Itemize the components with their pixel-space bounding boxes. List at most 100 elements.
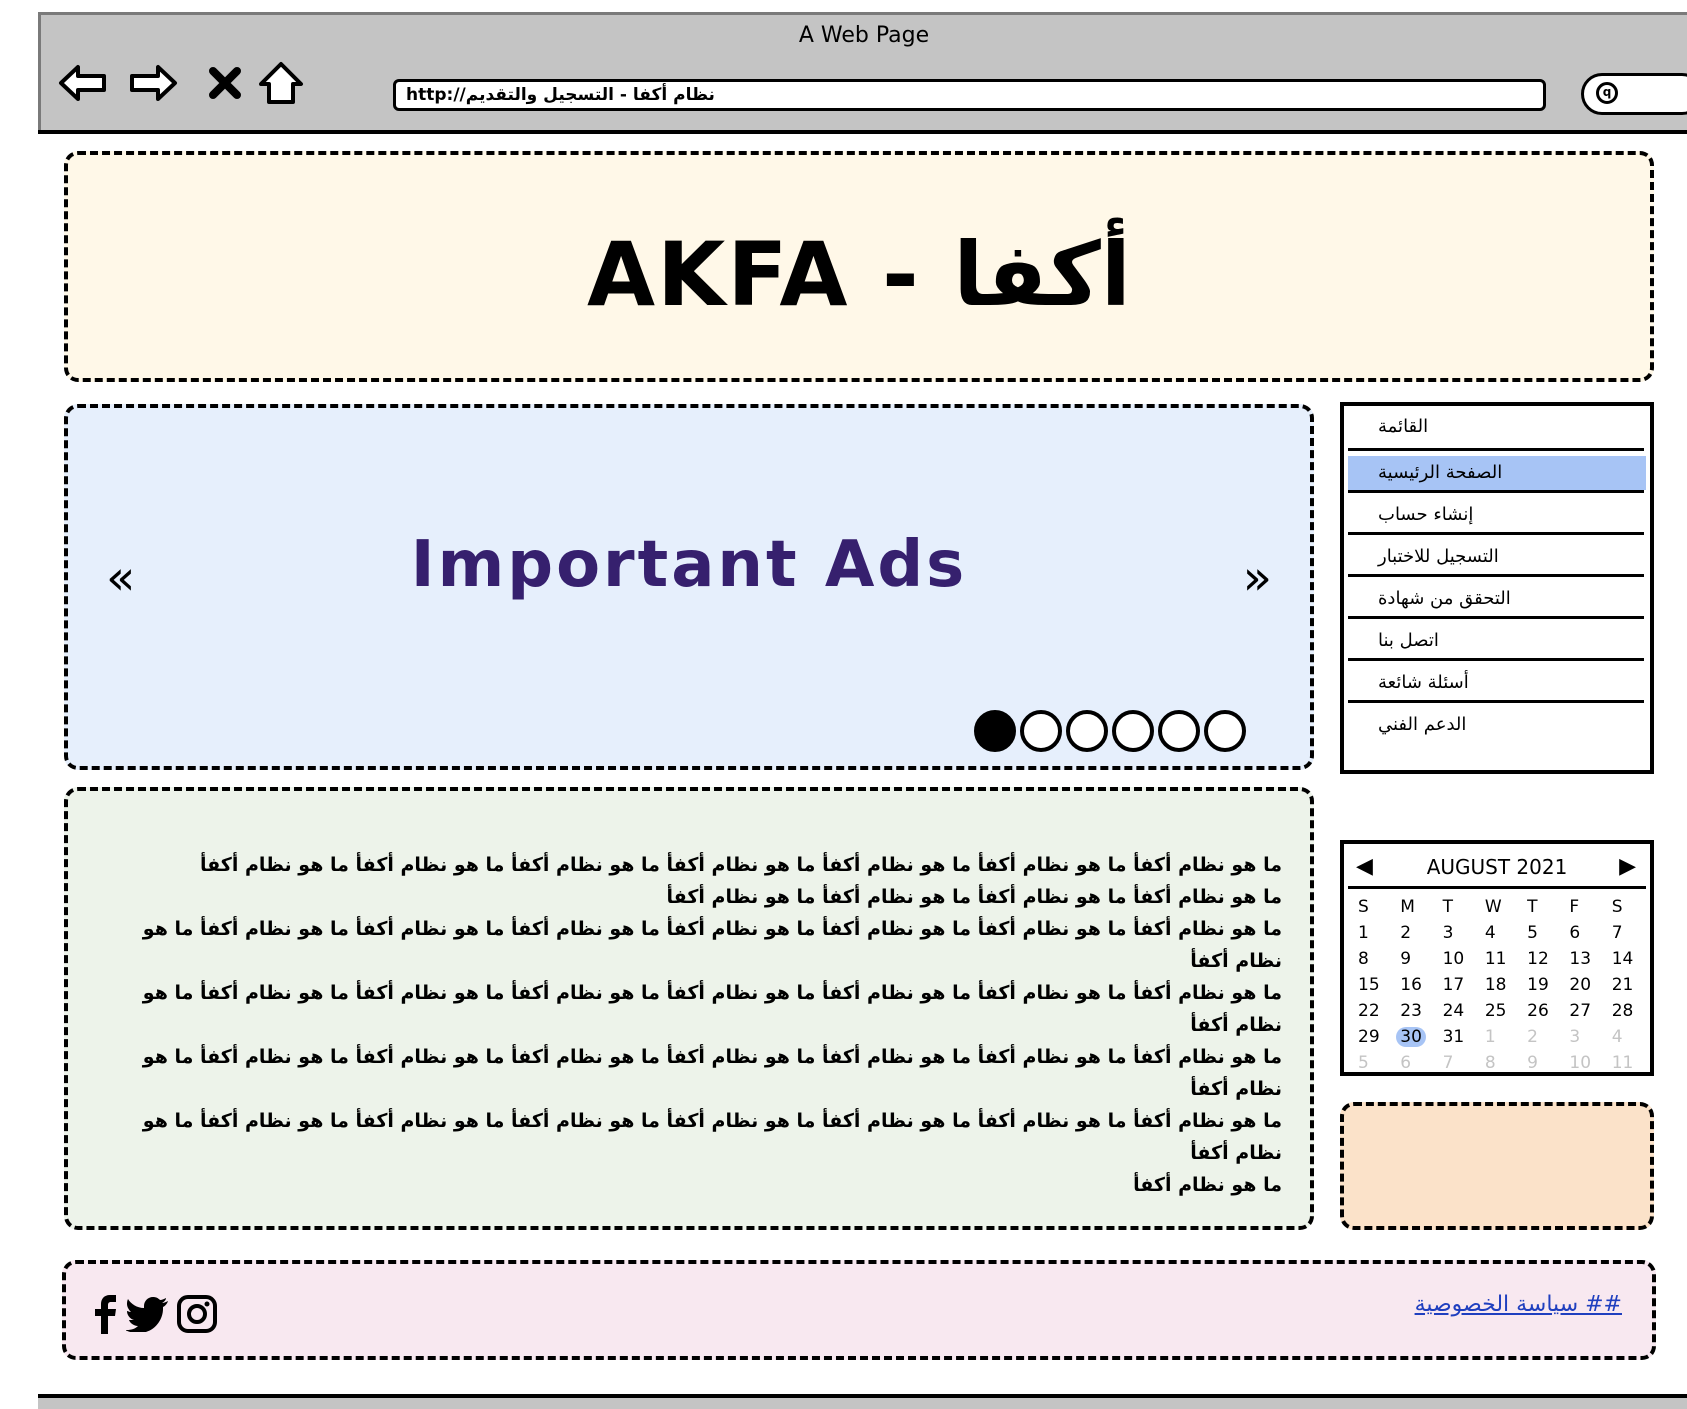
calendar-day[interactable]: 14 bbox=[1606, 946, 1648, 972]
calendar-weekday: S bbox=[1611, 897, 1623, 917]
calendar-day[interactable]: 1 bbox=[1479, 1024, 1521, 1050]
content-line: ما هو نظام أكفأ ما هو نظام أكفأ ما هو نظ… bbox=[142, 918, 1282, 972]
calendar-day[interactable]: 5 bbox=[1352, 1050, 1394, 1076]
menu-separator bbox=[1348, 616, 1644, 619]
calendar-day[interactable]: 15 bbox=[1352, 972, 1394, 998]
calendar-day[interactable]: 9 bbox=[1521, 1050, 1563, 1076]
menu-item[interactable]: الصفحة الرئيسية bbox=[1348, 456, 1646, 490]
instagram-icon[interactable] bbox=[176, 1294, 218, 1334]
menu-item[interactable]: اتصل بنا bbox=[1348, 624, 1646, 658]
search-input[interactable]: q bbox=[1581, 73, 1687, 115]
side-widget bbox=[1340, 1102, 1654, 1230]
calendar-day[interactable]: 11 bbox=[1606, 1050, 1648, 1076]
calendar-day[interactable]: 17 bbox=[1437, 972, 1479, 998]
menu-item[interactable]: التحقق من شهادة bbox=[1348, 582, 1646, 616]
calendar-weekday: S bbox=[1358, 897, 1369, 917]
carousel-dot[interactable] bbox=[1020, 710, 1062, 752]
calendar-weekday: T bbox=[1442, 897, 1453, 917]
menu-item[interactable]: إنشاء حساب bbox=[1348, 498, 1646, 532]
calendar-day[interactable]: 22 bbox=[1352, 998, 1394, 1024]
calendar-day[interactable]: 24 bbox=[1437, 998, 1479, 1024]
calendar-day[interactable]: 31 bbox=[1437, 1024, 1479, 1050]
calendar-day[interactable]: 2 bbox=[1394, 920, 1436, 946]
ads-carousel: « Important Ads » bbox=[64, 404, 1314, 770]
ads-title: Important Ads bbox=[410, 528, 968, 602]
content-line: ما هو نظام أكفأ ما هو نظام أكفأ ما هو نظ… bbox=[142, 982, 1282, 1036]
menu-separator bbox=[1348, 490, 1644, 493]
calendar-weekday: F bbox=[1569, 897, 1580, 917]
content-line: ما هو نظام أكفأ ما هو نظام أكفأ ما هو نظ… bbox=[142, 1110, 1282, 1164]
menu-separator bbox=[1348, 448, 1644, 451]
carousel-dot[interactable] bbox=[1158, 710, 1200, 752]
calendar-day[interactable]: 8 bbox=[1479, 1050, 1521, 1076]
calendar-day[interactable]: 8 bbox=[1352, 946, 1394, 972]
carousel-dot[interactable] bbox=[1112, 710, 1154, 752]
content-line: ما هو نظام أكفأ ما هو نظام أكفأ ما هو نظ… bbox=[200, 854, 1282, 876]
menu-separator bbox=[1348, 574, 1644, 577]
calendar-day[interactable]: 10 bbox=[1563, 1050, 1605, 1076]
calendar-day[interactable]: 13 bbox=[1563, 946, 1605, 972]
calendar-day[interactable]: 3 bbox=[1563, 1024, 1605, 1050]
calendar-day[interactable]: 16 bbox=[1394, 972, 1436, 998]
calendar-day[interactable]: 21 bbox=[1606, 972, 1648, 998]
calendar-day[interactable]: 26 bbox=[1521, 998, 1563, 1024]
menu-header: القائمة bbox=[1378, 416, 1429, 437]
calendar-day[interactable]: 25 bbox=[1479, 998, 1521, 1024]
calendar-day[interactable]: 20 bbox=[1563, 972, 1605, 998]
calendar-day[interactable]: 6 bbox=[1563, 920, 1605, 946]
calendar-next-icon[interactable]: ▶ bbox=[1619, 854, 1636, 879]
calendar-day[interactable]: 30 bbox=[1394, 1024, 1436, 1050]
calendar-day[interactable]: 3 bbox=[1437, 920, 1479, 946]
carousel-dot[interactable] bbox=[974, 710, 1016, 752]
calendar-day[interactable]: 12 bbox=[1521, 946, 1563, 972]
calendar-day[interactable]: 7 bbox=[1606, 920, 1648, 946]
calendar-day[interactable]: 11 bbox=[1479, 946, 1521, 972]
facebook-icon[interactable] bbox=[90, 1294, 120, 1334]
footer: ## سياسة الخصوصية bbox=[62, 1260, 1656, 1360]
site-title: AKFA - أكفا bbox=[587, 223, 1131, 326]
sidebar-menu: القائمة الصفحة الرئيسية إنشاء حساب التسجيل… bbox=[1340, 402, 1654, 774]
calendar-day[interactable]: 4 bbox=[1479, 920, 1521, 946]
carousel-dot[interactable] bbox=[1204, 710, 1246, 752]
menu-item[interactable]: التسجيل للاختبار bbox=[1348, 540, 1646, 574]
calendar: ◀ AUGUST 2021 ▶ S M T W T F S 1 2 3 4 5 6 7 8 9 10 11 12 13… bbox=[1340, 840, 1654, 1076]
calendar-day[interactable]: 4 bbox=[1606, 1024, 1648, 1050]
menu-item[interactable]: الدعم الفني bbox=[1348, 708, 1646, 742]
calendar-day[interactable]: 9 bbox=[1394, 946, 1436, 972]
calendar-day[interactable]: 5 bbox=[1521, 920, 1563, 946]
calendar-day[interactable]: 1 bbox=[1352, 920, 1394, 946]
calendar-day[interactable]: 6 bbox=[1394, 1050, 1436, 1076]
calendar-day[interactable]: 2 bbox=[1521, 1024, 1563, 1050]
main-content: ما هو نظام أكفأ ما هو نظام أكفأ ما هو نظ… bbox=[64, 787, 1314, 1230]
calendar-day[interactable]: 19 bbox=[1521, 972, 1563, 998]
browser-bottom-bar bbox=[38, 1394, 1687, 1409]
calendar-day[interactable]: 18 bbox=[1479, 972, 1521, 998]
back-icon[interactable] bbox=[57, 57, 109, 109]
browser-toolbar: A Web Page http://نظام أكفا - التسجيل وا… bbox=[38, 12, 1687, 134]
calendar-weekday: W bbox=[1484, 897, 1502, 917]
carousel-next-button[interactable]: » bbox=[1243, 550, 1272, 606]
calendar-day[interactable]: 10 bbox=[1437, 946, 1479, 972]
calendar-divider bbox=[1348, 886, 1646, 889]
privacy-policy-link[interactable]: ## سياسة الخصوصية bbox=[1415, 1292, 1622, 1317]
carousel-dot[interactable] bbox=[1066, 710, 1108, 752]
calendar-title: AUGUST 2021 bbox=[1426, 855, 1568, 879]
content-line: ما هو نظام أكفأ bbox=[1133, 1174, 1282, 1196]
url-bar[interactable]: http://نظام أكفا - التسجيل والتقديم bbox=[393, 79, 1546, 111]
menu-separator bbox=[1348, 700, 1644, 703]
twitter-icon[interactable] bbox=[126, 1296, 170, 1332]
forward-icon[interactable] bbox=[127, 57, 179, 109]
calendar-weekday: T bbox=[1527, 897, 1538, 917]
calendar-day[interactable]: 27 bbox=[1563, 998, 1605, 1024]
home-icon[interactable] bbox=[255, 57, 307, 109]
carousel-indicators bbox=[974, 710, 1246, 752]
menu-item[interactable]: أسئلة شائعة bbox=[1348, 666, 1646, 700]
calendar-day[interactable]: 23 bbox=[1394, 998, 1436, 1024]
site-header: AKFA - أكفا bbox=[64, 151, 1654, 382]
calendar-day[interactable]: 28 bbox=[1606, 998, 1648, 1024]
calendar-day[interactable]: 29 bbox=[1352, 1024, 1394, 1050]
stop-icon[interactable] bbox=[199, 57, 251, 109]
search-icon: q bbox=[1596, 82, 1618, 104]
calendar-weekday: M bbox=[1400, 897, 1415, 917]
calendar-day[interactable]: 7 bbox=[1437, 1050, 1479, 1076]
